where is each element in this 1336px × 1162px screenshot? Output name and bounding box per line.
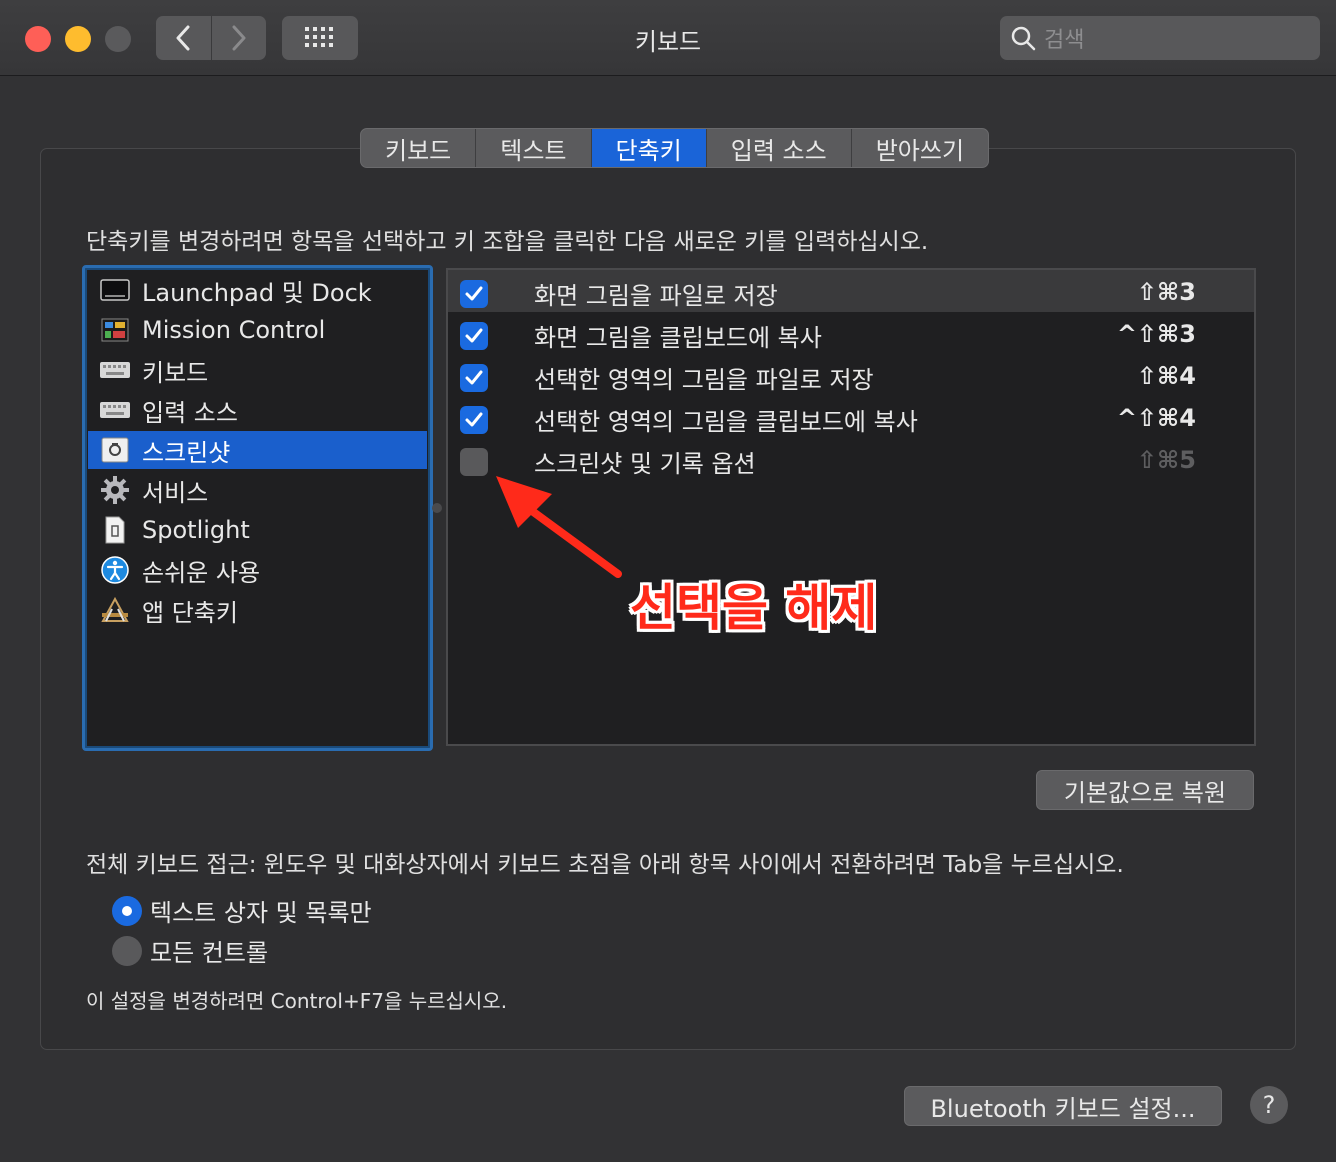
radio-all-controls[interactable]: 모든 컨트롤 (112, 933, 268, 968)
category-spotlight[interactable]: Spotlight (88, 511, 427, 549)
keyboard-icon (100, 355, 130, 385)
category-label: Mission Control (142, 316, 326, 344)
checkmark-icon (465, 370, 483, 385)
category-label: 입력 소스 (142, 398, 238, 427)
category-services[interactable]: 서비스 (88, 471, 427, 509)
category-label: 키보드 (142, 358, 209, 387)
app-shortcuts-icon (100, 595, 130, 625)
category-app-shortcuts[interactable]: 앱 단축키 (88, 591, 427, 629)
category-label: Launchpad 및 Dock (142, 278, 372, 307)
category-accessibility[interactable]: 손쉬운 사용 (88, 551, 427, 589)
shortcut-row[interactable]: 선택한 영역의 그림을 파일로 저장 ⇧⌘4 (448, 354, 1254, 396)
radio-label: 텍스트 상자 및 목록만 (150, 899, 372, 927)
shortcut-label: 화면 그림을 클립보드에 복사 (534, 324, 822, 352)
tab-shortcuts[interactable]: 단축키 (591, 129, 707, 167)
shortcut-keys[interactable]: ^⇧⌘3 (1117, 320, 1196, 348)
shortcut-row[interactable]: 선택한 영역의 그림을 클립보드에 복사 ^⇧⌘4 (448, 396, 1254, 438)
full-keyboard-access-label: 전체 키보드 접근: 윈도우 및 대화상자에서 키보드 초점을 아래 항목 사이… (86, 852, 1124, 878)
accessibility-icon (100, 555, 130, 585)
title-bar: 키보드 검색 (0, 0, 1336, 76)
annotation-label: 선택을 해제 (630, 579, 878, 637)
category-screenshots[interactable]: 스크린샷 (88, 431, 427, 469)
category-label: 손쉬운 사용 (142, 558, 261, 587)
bluetooth-keyboard-setup-button[interactable]: Bluetooth 키보드 설정... (904, 1086, 1222, 1126)
shortcut-keys[interactable]: ^⇧⌘4 (1117, 404, 1196, 432)
shortcut-checkbox[interactable] (460, 448, 488, 476)
category-label: Spotlight (142, 516, 250, 544)
shortcut-row[interactable]: 화면 그림을 클립보드에 복사 ^⇧⌘3 (448, 312, 1254, 354)
shortcut-label: 화면 그림을 파일로 저장 (534, 282, 778, 310)
radio-button[interactable] (112, 895, 142, 926)
category-input-sources[interactable]: 입력 소스 (88, 391, 427, 429)
category-launchpad-dock[interactable]: Launchpad 및 Dock (88, 271, 427, 309)
category-label: 앱 단축키 (142, 598, 238, 627)
shortcut-label: 선택한 영역의 그림을 클립보드에 복사 (534, 408, 918, 436)
checkmark-icon (465, 286, 483, 301)
shortcut-checkbox[interactable] (460, 280, 488, 308)
category-label: 서비스 (142, 478, 209, 507)
search-icon (1011, 26, 1036, 51)
launchpad-icon (100, 275, 130, 305)
shortcut-checkbox[interactable] (460, 406, 488, 434)
search-field[interactable]: 검색 (1000, 16, 1320, 60)
shortcut-keys[interactable]: ⇧⌘5 (1137, 446, 1196, 474)
screenshot-icon (100, 435, 130, 465)
tab-text[interactable]: 텍스트 (476, 129, 592, 167)
shortcut-keys[interactable]: ⇧⌘3 (1137, 278, 1196, 306)
mission-control-icon (100, 315, 130, 345)
category-list[interactable]: Launchpad 및 Dock Mission Control 키보드 입력 … (82, 265, 433, 751)
annotation-arrow-icon (496, 476, 622, 578)
category-mission-control[interactable]: Mission Control (88, 311, 427, 349)
search-placeholder: 검색 (1044, 28, 1085, 53)
control-f7-hint: 이 설정을 변경하려면 Control+F7을 누르십시오. (86, 989, 508, 1013)
restore-defaults-button[interactable]: 기본값으로 복원 (1036, 770, 1254, 810)
radio-button[interactable] (112, 935, 142, 966)
radio-label: 모든 컨트롤 (150, 939, 269, 967)
category-label: 스크린샷 (142, 438, 231, 467)
tab-dictation[interactable]: 받아쓰기 (852, 129, 988, 167)
tab-keyboard[interactable]: 키보드 (361, 129, 477, 167)
tab-bar: 키보드 텍스트 단축키 입력 소스 받아쓰기 (360, 128, 990, 168)
shortcut-checkbox[interactable] (460, 322, 488, 350)
split-view-divider-handle[interactable] (432, 503, 442, 513)
checkmark-icon (465, 412, 483, 427)
shortcut-checkbox[interactable] (460, 364, 488, 392)
shortcut-label: 선택한 영역의 그림을 파일로 저장 (534, 366, 874, 394)
spotlight-icon (100, 515, 130, 545)
help-button[interactable]: ? (1250, 1086, 1288, 1124)
shortcut-row[interactable]: 화면 그림을 파일로 저장 ⇧⌘3 (448, 270, 1254, 312)
radio-text-boxes-lists[interactable]: 텍스트 상자 및 목록만 (112, 893, 372, 928)
instruction-text: 단축키를 변경하려면 항목을 선택하고 키 조합을 클릭한 다음 새로운 키를 … (86, 229, 929, 255)
category-keyboard[interactable]: 키보드 (88, 351, 427, 389)
tab-input-sources[interactable]: 입력 소스 (707, 129, 852, 167)
keyboard-icon (100, 395, 130, 425)
shortcut-keys[interactable]: ⇧⌘4 (1137, 362, 1196, 390)
gear-icon (100, 475, 130, 505)
checkmark-icon (465, 328, 483, 343)
